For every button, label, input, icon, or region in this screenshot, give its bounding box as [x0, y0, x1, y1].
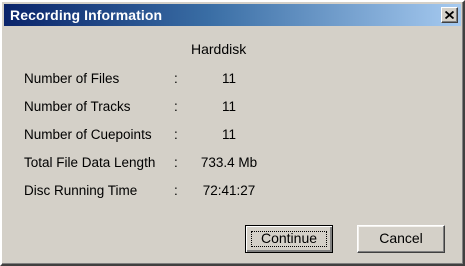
- info-row-files: Number of Files : 11: [24, 71, 304, 89]
- continue-button-label: Continue: [260, 230, 318, 246]
- cancel-button-label: Cancel: [379, 230, 423, 246]
- title-bar[interactable]: Recording Information: [4, 4, 461, 26]
- close-button[interactable]: [441, 7, 458, 23]
- row-value: 11: [221, 99, 236, 114]
- info-row-tracks: Number of Tracks : 11: [24, 99, 304, 117]
- row-value: 733.4 Mb: [200, 155, 258, 170]
- info-row-data-length: Total File Data Length : 733.4 Mb: [24, 155, 304, 173]
- row-separator: :: [174, 183, 178, 198]
- row-separator: :: [174, 99, 178, 114]
- recording-information-dialog: Recording Information Harddisk Number of…: [0, 0, 465, 266]
- close-icon: [445, 11, 454, 19]
- row-label: Total File Data Length: [24, 155, 156, 170]
- window-title: Recording Information: [10, 7, 163, 23]
- row-label: Number of Cuepoints: [24, 127, 152, 142]
- row-separator: :: [174, 127, 178, 142]
- row-separator: :: [174, 71, 178, 86]
- row-value: 72:41:27: [202, 183, 256, 198]
- row-label: Number of Tracks: [24, 99, 131, 114]
- cancel-button[interactable]: Cancel: [357, 225, 445, 253]
- continue-button[interactable]: Continue: [245, 225, 333, 253]
- row-label: Disc Running Time: [24, 183, 138, 198]
- row-label: Number of Files: [24, 71, 120, 86]
- row-value: 11: [221, 127, 236, 142]
- row-separator: :: [174, 155, 178, 170]
- info-row-cuepoints: Number of Cuepoints : 11: [24, 127, 304, 145]
- row-value: 11: [221, 71, 236, 86]
- source-column-header: Harddisk: [191, 41, 247, 57]
- info-row-running-time: Disc Running Time : 72:41:27: [24, 183, 304, 201]
